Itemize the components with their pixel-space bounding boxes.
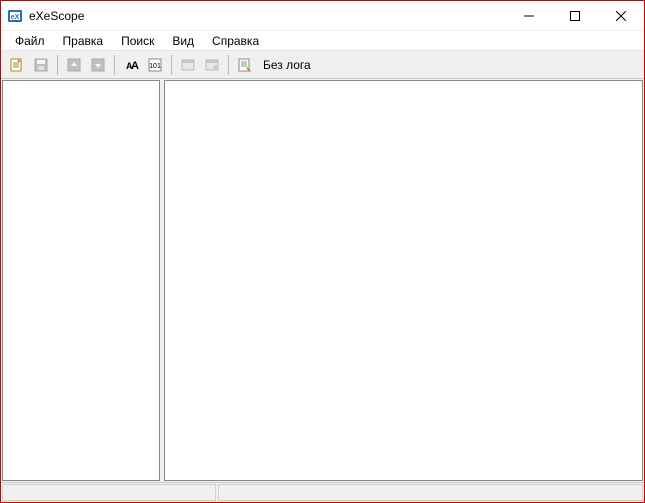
toolbar-separator bbox=[57, 55, 58, 75]
app-window: eX eXeScope Файл Правка Поиск Вид Справк… bbox=[0, 0, 645, 503]
log-icon bbox=[237, 57, 253, 73]
font-icon: AA bbox=[123, 57, 139, 73]
status-cell-left bbox=[2, 484, 216, 501]
menu-edit[interactable]: Правка bbox=[55, 32, 112, 50]
toolbar-separator bbox=[228, 55, 229, 75]
window-controls bbox=[506, 1, 644, 30]
exescope-icon: eX bbox=[7, 8, 23, 24]
resource-tree-panel[interactable] bbox=[2, 80, 160, 481]
export-button bbox=[86, 53, 110, 77]
font-button[interactable]: AA bbox=[119, 53, 143, 77]
binary-icon: 101 bbox=[147, 57, 163, 73]
binary-button[interactable]: 101 bbox=[143, 53, 167, 77]
toolbar: AA 101 Без лога bbox=[1, 51, 644, 79]
status-cell-right bbox=[218, 484, 643, 501]
svg-text:eX: eX bbox=[11, 14, 20, 21]
log-status-label: Без лога bbox=[257, 58, 317, 72]
toolbar-separator bbox=[114, 55, 115, 75]
menu-help[interactable]: Справка bbox=[204, 32, 267, 50]
detail-panel[interactable] bbox=[164, 80, 643, 481]
menu-view[interactable]: Вид bbox=[164, 32, 202, 50]
open-file-icon bbox=[9, 57, 25, 73]
titlebar[interactable]: eX eXeScope bbox=[1, 1, 644, 31]
dialog-icon bbox=[180, 57, 196, 73]
minimize-button[interactable] bbox=[506, 1, 552, 30]
svg-text:A: A bbox=[131, 60, 139, 72]
save-button bbox=[29, 53, 53, 77]
import-icon bbox=[66, 57, 82, 73]
maximize-button[interactable] bbox=[552, 1, 598, 30]
export-icon bbox=[90, 57, 106, 73]
menu-file[interactable]: Файл bbox=[7, 32, 53, 50]
toolbar-separator bbox=[171, 55, 172, 75]
log-button[interactable] bbox=[233, 53, 257, 77]
dialog-test-button bbox=[200, 53, 224, 77]
save-icon bbox=[33, 57, 49, 73]
close-button[interactable] bbox=[598, 1, 644, 30]
menubar: Файл Правка Поиск Вид Справка bbox=[1, 31, 644, 51]
open-file-button[interactable] bbox=[5, 53, 29, 77]
svg-text:101: 101 bbox=[149, 63, 161, 70]
menu-search[interactable]: Поиск bbox=[113, 32, 162, 50]
dialog-edit-button bbox=[176, 53, 200, 77]
content-area bbox=[1, 79, 644, 482]
import-button bbox=[62, 53, 86, 77]
statusbar bbox=[1, 482, 644, 502]
dialog-test-icon bbox=[204, 57, 220, 73]
window-title: eXeScope bbox=[29, 9, 506, 23]
